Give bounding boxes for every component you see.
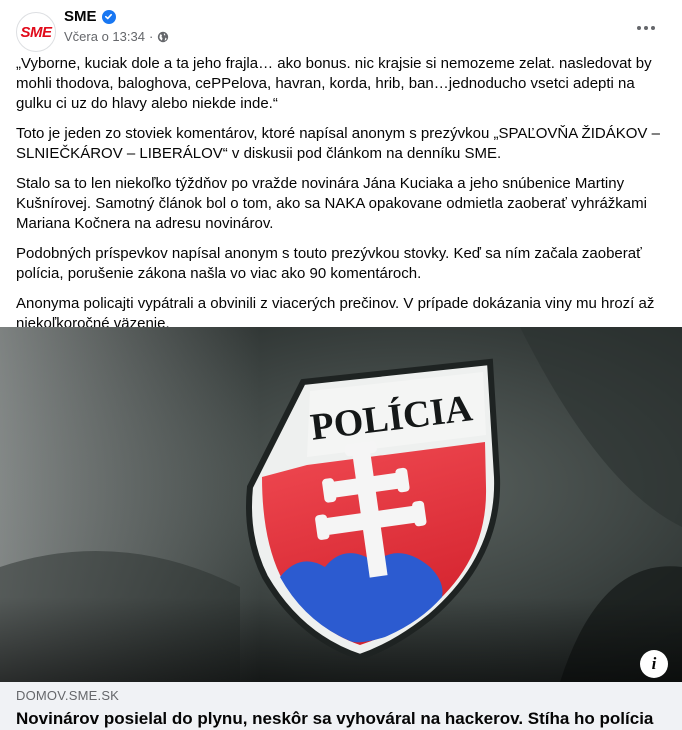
- info-icon[interactable]: i: [640, 650, 668, 678]
- post-paragraph: Stalo sa to len niekoľko týždňov po vraž…: [16, 175, 647, 232]
- post-paragraph: Toto je jeden zo stoviek komentárov, kto…: [16, 125, 660, 162]
- link-title[interactable]: Novinárov posielal do plynu, neskôr sa v…: [16, 709, 653, 729]
- post-timestamp[interactable]: Včera o 13:34: [64, 29, 145, 44]
- avatar[interactable]: SME: [16, 12, 56, 52]
- verified-badge-icon: [101, 9, 116, 24]
- more-options-icon[interactable]: [628, 14, 664, 42]
- police-patch-photo: POLÍCIA: [0, 327, 682, 682]
- globe-icon: [157, 31, 169, 43]
- post-paragraph: „Vyborne, kuciak dole a ta jeho frajla… …: [16, 55, 652, 112]
- post-paragraph: Podobných príspevkov napísal anonym s to…: [16, 245, 642, 282]
- meta-separator: ·: [148, 29, 154, 44]
- post-body: „Vyborne, kuciak dole a ta jeho frajla… …: [16, 54, 661, 344]
- post-header: SME SME Včera o 13:34 ·: [0, 0, 682, 54]
- page-name-row: SME: [64, 8, 116, 25]
- link-preview[interactable]: DOMOV.SME.SK Novinárov posielal do plynu…: [0, 682, 682, 730]
- post-meta: Včera o 13:34 ·: [64, 29, 169, 44]
- post-image[interactable]: POLÍCIA i: [0, 327, 682, 682]
- link-domain: DOMOV.SME.SK: [16, 688, 120, 703]
- page-name[interactable]: SME: [64, 8, 97, 25]
- avatar-logo-text: SME: [20, 23, 52, 41]
- facebook-post: SME SME Včera o 13:34 · „Vyborne, kuciak…: [0, 0, 682, 730]
